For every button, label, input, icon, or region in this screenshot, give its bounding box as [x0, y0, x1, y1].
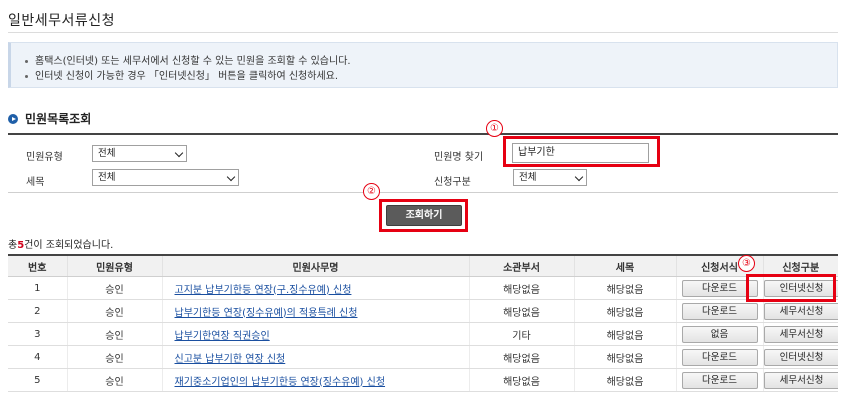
row-apply-cell: 세무서신청	[763, 322, 838, 346]
row-no: 5	[8, 368, 68, 392]
apply-type-select[interactable]: 전체	[513, 169, 587, 186]
row-apply-cell: 인터넷신청	[763, 345, 838, 369]
office-apply-button[interactable]: 세무서신청	[763, 302, 838, 320]
chevron-down-icon	[174, 148, 184, 158]
row-type: 승인	[67, 276, 163, 300]
download-button[interactable]: 다운로드	[681, 302, 758, 320]
title-divider	[8, 32, 838, 33]
highlight-box-3	[746, 274, 836, 302]
row-name-link[interactable]: 납부기한연장 직권승인	[175, 331, 270, 342]
bullet-icon	[25, 74, 28, 78]
row-type: 승인	[67, 368, 163, 392]
row-tax: 해당없음	[574, 368, 677, 392]
table-row: 1 승인 고지분 납부기한등 연장(구.징수유예) 신청 해당없음 해당없음 다…	[8, 276, 838, 300]
row-no: 1	[8, 276, 68, 300]
row-tax: 해당없음	[574, 299, 677, 323]
notice-box: 홈택스(인터넷) 또는 세무서에서 신청할 수 있는 민원을 조회할 수 있습니…	[8, 42, 838, 88]
count-prefix: 총	[8, 240, 18, 251]
row-tax: 해당없음	[574, 276, 677, 300]
row-type: 승인	[67, 345, 163, 369]
no-form-badge: 없음	[681, 325, 758, 343]
arrow-circle-icon	[8, 113, 18, 124]
row-form-cell: 없음	[676, 322, 764, 346]
row-name-cell: 납부기한등 연장(징수유예)의 적용특례 신청	[162, 299, 470, 323]
count-suffix: 건이 조회되었습니다.	[24, 240, 114, 251]
bullet-icon	[25, 59, 28, 63]
table-row: 4 승인 신고분 납부기한 연장 신청 해당없음 해당없음 다운로드 인터넷신청	[8, 345, 838, 369]
search-form: 민원유형 전체 세목 전체 민원명 찾기 납부기한 신청구분 전체	[8, 133, 838, 193]
table-header-row: 번호 민원유형 민원사무명 소관부서 세목 신청서식 신청구분	[8, 254, 838, 277]
chevron-down-icon	[226, 172, 236, 182]
section-title: 민원목록조회	[8, 110, 91, 127]
row-no: 2	[8, 299, 68, 323]
chevron-down-icon	[574, 172, 584, 182]
row-dept: 해당없음	[469, 368, 575, 392]
row-form-cell: 다운로드	[676, 368, 764, 392]
internet-apply-button[interactable]: 인터넷신청	[763, 348, 838, 366]
row-name-link[interactable]: 재기중소기업인의 납부기한등 연장(징수유예) 신청	[175, 377, 386, 388]
annotation-number-2: ②	[363, 183, 380, 200]
annotation-number-3: ③	[738, 255, 755, 272]
row-apply-cell: 세무서신청	[763, 299, 838, 323]
office-apply-button[interactable]: 세무서신청	[763, 371, 838, 389]
table-row: 3 승인 납부기한연장 직권승인 기타 해당없음 없음 세무서신청	[8, 322, 838, 346]
type-select[interactable]: 전체	[92, 145, 187, 162]
row-name-cell: 고지분 납부기한등 연장(구.징수유예) 신청	[162, 276, 470, 300]
col-header-no: 번호	[8, 254, 68, 277]
notice-line-2: 인터넷 신청이 가능한 경우 「인터넷신청」 버튼을 클릭하여 신청하세요.	[25, 67, 338, 82]
highlight-box-1	[503, 136, 660, 167]
tax-label: 세목	[26, 177, 45, 188]
col-header-dept: 소관부서	[469, 254, 575, 277]
row-form-cell: 다운로드	[676, 345, 764, 369]
table-row: 2 승인 납부기한등 연장(징수유예)의 적용특례 신청 해당없음 해당없음 다…	[8, 299, 838, 323]
row-name-link[interactable]: 신고분 납부기한 연장 신청	[175, 354, 286, 365]
row-name-link[interactable]: 고지분 납부기한등 연장(구.징수유예) 신청	[175, 285, 352, 296]
row-no: 4	[8, 345, 68, 369]
row-dept: 해당없음	[469, 345, 575, 369]
row-apply-cell: 세무서신청	[763, 368, 838, 392]
col-header-type: 민원유형	[67, 254, 163, 277]
row-name-link[interactable]: 납부기한등 연장(징수유예)의 적용특례 신청	[175, 308, 358, 319]
notice-text-1: 홈택스(인터넷) 또는 세무서에서 신청할 수 있는 민원을 조회할 수 있습니…	[35, 56, 351, 67]
row-dept: 해당없음	[469, 299, 575, 323]
result-count: 총5건이 조회되었습니다.	[8, 236, 113, 251]
row-type: 승인	[67, 322, 163, 346]
section-title-text: 민원목록조회	[25, 112, 92, 126]
row-tax: 해당없음	[574, 345, 677, 369]
row-name-cell: 신고분 납부기한 연장 신청	[162, 345, 470, 369]
results-table: 번호 민원유형 민원사무명 소관부서 세목 신청서식 신청구분 1 승인 고지분…	[8, 254, 838, 392]
table-row: 5 승인 재기중소기업인의 납부기한등 연장(징수유예) 신청 해당없음 해당없…	[8, 368, 838, 392]
type-select-value: 전체	[98, 148, 116, 159]
search-button[interactable]: 조회하기	[386, 205, 462, 226]
row-dept: 해당없음	[469, 276, 575, 300]
office-apply-button[interactable]: 세무서신청	[763, 325, 838, 343]
row-name-cell: 납부기한연장 직권승인	[162, 322, 470, 346]
row-type: 승인	[67, 299, 163, 323]
row-name-cell: 재기중소기업인의 납부기한등 연장(징수유예) 신청	[162, 368, 470, 392]
tax-select-value: 전체	[98, 172, 116, 183]
tax-select[interactable]: 전체	[92, 169, 239, 186]
apply-type-select-value: 전체	[519, 172, 537, 183]
row-tax: 해당없음	[574, 322, 677, 346]
row-no: 3	[8, 322, 68, 346]
apply-type-label: 신청구분	[434, 177, 471, 188]
download-button[interactable]: 다운로드	[681, 348, 758, 366]
notice-line-1: 홈택스(인터넷) 또는 세무서에서 신청할 수 있는 민원을 조회할 수 있습니…	[25, 52, 351, 67]
col-header-tax: 세목	[574, 254, 677, 277]
type-label: 민원유형	[26, 152, 63, 163]
page-title: 일반세무서류신청	[8, 13, 116, 29]
download-button[interactable]: 다운로드	[681, 371, 758, 389]
name-search-label: 민원명 찾기	[434, 152, 484, 163]
col-header-name: 민원사무명	[162, 254, 470, 277]
notice-text-2: 인터넷 신청이 가능한 경우 「인터넷신청」 버튼을 클릭하여 신청하세요.	[35, 71, 339, 82]
annotation-number-1: ①	[486, 120, 503, 137]
row-form-cell: 다운로드	[676, 299, 764, 323]
row-dept: 기타	[469, 322, 575, 346]
